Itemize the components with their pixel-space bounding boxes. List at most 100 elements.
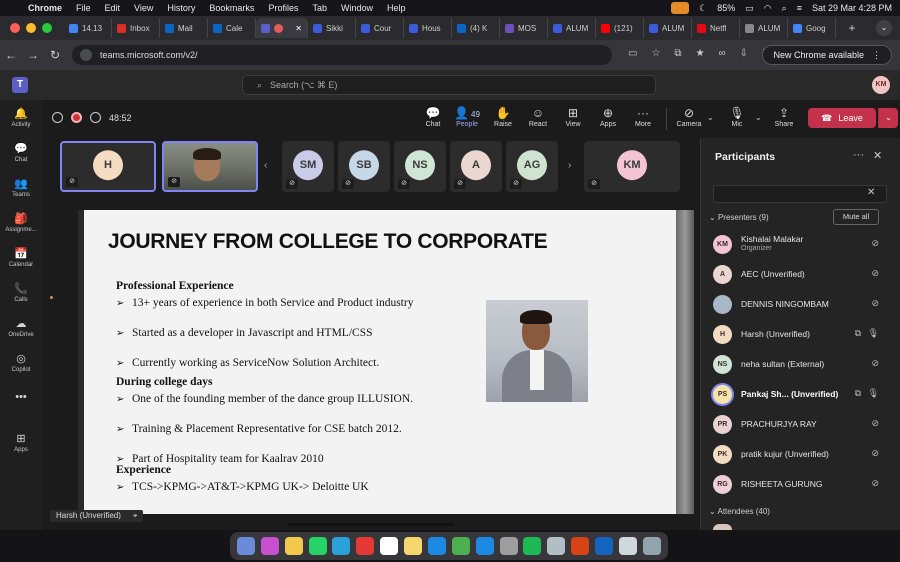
menu-help[interactable]: Help: [387, 3, 406, 13]
cast-icon[interactable]: ▭: [628, 48, 637, 62]
mic-off-icon[interactable]: ⊘: [871, 478, 879, 489]
menu-view[interactable]: View: [134, 3, 153, 13]
bookmark-star-icon[interactable]: ☆: [651, 48, 660, 62]
url-text[interactable]: teams.microsoft.com/v2/: [100, 50, 198, 60]
participant-row[interactable]: NS neha sultan (External) ⊘: [713, 350, 895, 378]
dock-app-icon[interactable]: [236, 537, 255, 555]
address-bar[interactable]: teams.microsoft.com/v2/: [72, 45, 612, 65]
participant-tile[interactable]: KM ⊘: [584, 141, 680, 192]
more-button[interactable]: ··· More: [626, 105, 660, 135]
dock-app-icon[interactable]: [380, 537, 399, 555]
dock-app-icon[interactable]: [451, 537, 470, 555]
participant-row[interactable]: H Harsh (Unverified) ⧉ 🎙: [713, 320, 895, 348]
close-window-button[interactable]: [10, 23, 20, 33]
participant-tile[interactable]: H ⊘: [60, 141, 156, 192]
strip-next-arrow-icon[interactable]: ›: [568, 160, 571, 171]
control-center-icon[interactable]: ≡: [797, 3, 802, 13]
menu-tab[interactable]: Tab: [312, 3, 327, 13]
apps-button[interactable]: ⊕ Apps: [591, 105, 625, 135]
rail-item-more[interactable]: •••: [0, 380, 42, 415]
rail-item-activity[interactable]: 🔔 Activity: [0, 100, 42, 135]
close-icon[interactable]: ✕: [873, 149, 882, 162]
menu-history[interactable]: History: [167, 3, 195, 13]
shield-icon[interactable]: [52, 112, 63, 123]
browser-tab[interactable]: ✕: [256, 18, 308, 38]
react-button[interactable]: ☺ React: [521, 105, 555, 135]
battery-icon[interactable]: ▭: [745, 3, 754, 14]
mic-off-icon[interactable]: ⊘: [871, 418, 879, 429]
chrome-menu-icon[interactable]: ⋮: [872, 50, 881, 61]
moon-icon[interactable]: ☾: [699, 3, 707, 14]
teams-search-box[interactable]: ⌕ Search (⌥ ⌘ E): [242, 75, 656, 95]
dock-app-icon[interactable]: [308, 537, 327, 555]
rail-item-copilot[interactable]: ◎ Copilot: [0, 345, 42, 380]
dock-app-icon[interactable]: [595, 537, 614, 555]
dock-app-icon[interactable]: [523, 537, 542, 555]
new-tab-button[interactable]: +: [842, 21, 862, 35]
dock-app-icon[interactable]: [547, 537, 566, 555]
browser-tab[interactable]: Netfl: [692, 18, 740, 38]
dock-app-icon[interactable]: [642, 537, 661, 555]
share-button[interactable]: ⇪ Share: [767, 105, 801, 135]
menu-file[interactable]: File: [76, 3, 91, 13]
search-icon[interactable]: ⌕: [782, 3, 787, 14]
mic-off-icon[interactable]: ⊘: [871, 238, 879, 249]
strip-prev-arrow-icon[interactable]: ‹: [264, 160, 267, 171]
stage-scroll-indicator[interactable]: [288, 523, 454, 526]
mic-options-chevron-icon[interactable]: ⌄: [755, 113, 762, 122]
attendees-group-header[interactable]: ⌄ Attendees (40): [709, 507, 770, 516]
site-info-icon[interactable]: [80, 49, 92, 61]
camera-options-chevron-icon[interactable]: ⌄: [707, 113, 714, 122]
participant-row[interactable]: RG RISHEETA GURUNG ⊘: [713, 470, 895, 498]
extension-star-icon[interactable]: ★: [696, 48, 705, 62]
mic-off-icon[interactable]: ⊘: [871, 298, 879, 309]
browser-tab[interactable]: Inbox: [112, 18, 160, 38]
pin-icon[interactable]: ⌖: [133, 511, 138, 520]
browser-tab[interactable]: ALUM: [548, 18, 596, 38]
participant-tile[interactable]: ⊘: [162, 141, 258, 192]
menu-window[interactable]: Window: [341, 3, 373, 13]
mute-all-button[interactable]: Mute all: [833, 209, 879, 225]
dock-app-icon[interactable]: [356, 537, 375, 555]
leave-button[interactable]: ☎ Leave: [808, 108, 876, 128]
participant-tile[interactable]: NS ⊘: [394, 141, 446, 192]
browser-tab[interactable]: MOS: [500, 18, 548, 38]
menu-app-name[interactable]: Chrome: [28, 3, 62, 13]
participant-row[interactable]: PR PRACHURJYA RAY ⊘: [713, 410, 895, 438]
mic-on-icon[interactable]: 🎙: [868, 388, 879, 399]
participant-tile[interactable]: SM ⊘: [282, 141, 334, 192]
chrome-update-button[interactable]: New Chrome available ⋮: [762, 45, 892, 65]
participant-tile[interactable]: A ⊘: [450, 141, 502, 192]
rail-item-chat[interactable]: 💬 Chat: [0, 135, 42, 170]
rail-item-calls[interactable]: 📞 Calls: [0, 275, 42, 310]
view-button[interactable]: ⊞ View: [556, 105, 590, 135]
browser-tab[interactable]: Sikki: [308, 18, 356, 38]
tab-search-button[interactable]: ⌄: [876, 20, 892, 36]
mic-off-icon[interactable]: ⊘: [871, 448, 879, 459]
dock-app-icon[interactable]: [332, 537, 351, 555]
leave-options-chevron-icon[interactable]: ⌄: [878, 108, 898, 128]
dock-app-icon[interactable]: [427, 537, 446, 555]
browser-tab[interactable]: ALUM: [740, 18, 788, 38]
participant-tile[interactable]: AG ⊘: [506, 141, 558, 192]
microphone-status-icon[interactable]: [671, 2, 690, 14]
minimize-window-button[interactable]: [26, 23, 36, 33]
raise-hand-button[interactable]: ✋ Raise: [486, 105, 520, 135]
rail-item-apps[interactable]: ⊞ Apps: [0, 425, 42, 460]
participant-search-input[interactable]: [713, 185, 887, 203]
browser-tab[interactable]: 14.13: [64, 18, 112, 38]
extension-icon[interactable]: ⧉: [674, 48, 681, 62]
participant-row[interactable]: A AEC (Unverified) ⊘: [713, 260, 895, 288]
rail-item-assignme[interactable]: 🎒 Assignme...: [0, 205, 42, 240]
zoom-window-button[interactable]: [42, 23, 52, 33]
dock-app-icon[interactable]: [404, 537, 423, 555]
mic-on-icon[interactable]: 🎙: [868, 328, 879, 339]
menu-clock[interactable]: Sat 29 Mar 4:28 PM: [812, 3, 892, 13]
back-button[interactable]: ←: [0, 48, 22, 62]
panel-more-icon[interactable]: ···: [853, 149, 864, 161]
browser-tab[interactable]: Goog: [788, 18, 836, 38]
dock-app-icon[interactable]: [260, 537, 279, 555]
forward-button[interactable]: →: [22, 48, 44, 62]
rail-item-teams[interactable]: 👥 Teams: [0, 170, 42, 205]
menu-bookmarks[interactable]: Bookmarks: [209, 3, 254, 13]
